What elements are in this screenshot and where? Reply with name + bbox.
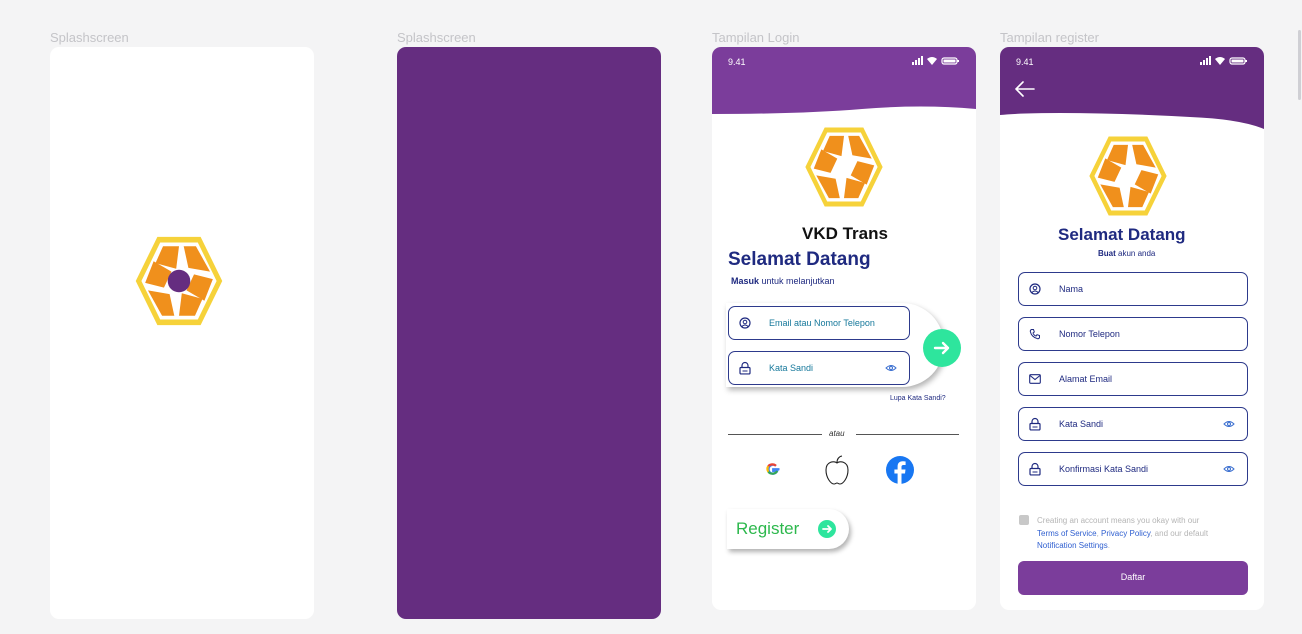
subtitle-bold: Masuk: [731, 276, 760, 286]
email-input[interactable]: Email atau Nomor Telepon: [728, 306, 910, 340]
login-arrow-button[interactable]: [923, 329, 961, 367]
splash-screen-white: [50, 47, 314, 619]
frame-label-login: Tampilan Login: [712, 30, 800, 45]
register-button[interactable]: Register: [727, 509, 849, 549]
confirm-password-input[interactable]: Konfirmasi Kata Sandi: [1018, 452, 1248, 486]
facebook-icon: [886, 456, 914, 484]
facebook-login-button[interactable]: [886, 456, 914, 484]
brand-name: VKD Trans: [802, 224, 888, 243]
email-input[interactable]: Alamat Email: [1018, 362, 1248, 396]
submit-label: Daftar: [1120, 572, 1146, 582]
arrow-right-icon: [933, 341, 950, 355]
splash-screen-purple: [397, 47, 661, 619]
phone-icon: [1029, 329, 1040, 340]
confirm-password-placeholder: Konfirmasi Kata Sandi: [1059, 464, 1149, 474]
frame-label-splash-2: Splashscreen: [397, 30, 476, 45]
eye-icon[interactable]: [1223, 420, 1235, 428]
register-label: Register: [736, 519, 800, 538]
status-icons: [912, 56, 959, 65]
phone-placeholder: Nomor Telepon: [1059, 329, 1120, 339]
subtitle-rest: akun anda: [1115, 249, 1156, 258]
password-placeholder: Kata Sandi: [769, 363, 814, 373]
name-placeholder: Nama: [1059, 284, 1084, 294]
user-icon: [1029, 283, 1041, 295]
welcome-subtitle: Buat akun anda: [1098, 249, 1155, 258]
arrow-right-icon: [822, 525, 832, 533]
back-arrow-icon[interactable]: [1014, 80, 1036, 98]
terms-text: Creating an account means you okay with …: [1037, 515, 1252, 553]
terms-line2-rest: , and our default: [1150, 528, 1209, 538]
notification-settings-link[interactable]: Notification Settings: [1037, 541, 1108, 550]
terms-checkbox[interactable]: [1019, 515, 1029, 525]
app-logo: [1089, 136, 1167, 216]
frame-label-register: Tampilan register: [1000, 30, 1099, 45]
lock-icon: [1029, 462, 1041, 476]
lock-icon: [1029, 417, 1041, 431]
register-arrow: [818, 520, 836, 538]
phone-input[interactable]: Nomor Telepon: [1018, 317, 1248, 351]
status-icons: [1200, 56, 1247, 65]
eye-icon[interactable]: [885, 364, 897, 372]
terms-end: .: [1107, 541, 1110, 550]
user-icon: [739, 317, 751, 329]
page-scrollbar[interactable]: [1298, 30, 1301, 100]
lock-icon: [739, 361, 751, 375]
divider-right: [856, 434, 959, 435]
app-logo: [805, 127, 883, 207]
apple-icon: [825, 455, 849, 485]
terms-of-service-link[interactable]: Terms of Service: [1037, 529, 1097, 538]
google-login-button[interactable]: [765, 461, 781, 477]
privacy-policy-link[interactable]: Privacy Policy: [1101, 529, 1150, 538]
subtitle-rest: untuk melanjutkan: [759, 276, 835, 286]
welcome-subtitle: Masuk untuk melanjutkan: [731, 276, 835, 286]
welcome-title: Selamat Datang: [728, 249, 871, 270]
password-input[interactable]: Kata Sandi: [1018, 407, 1248, 441]
password-placeholder: Kata Sandi: [1059, 419, 1104, 429]
status-time: 9.41: [728, 57, 746, 67]
terms-line1: Creating an account means you okay with …: [1037, 516, 1200, 525]
subtitle-bold: Buat: [1098, 249, 1116, 258]
email-placeholder: Email atau Nomor Telepon: [769, 318, 875, 328]
frame-label-splash-1: Splashscreen: [50, 30, 129, 45]
status-time: 9.41: [1016, 57, 1034, 67]
app-logo: [135, 236, 223, 326]
eye-icon[interactable]: [1223, 465, 1235, 473]
register-screen: 9.41 Selamat Datang Buat akun anda Nama: [1000, 47, 1264, 610]
welcome-title: Selamat Datang: [1058, 225, 1186, 244]
apple-login-button[interactable]: [821, 454, 853, 486]
login-screen: 9.41 VKD Trans Selamat Datang Masuk untu…: [712, 47, 976, 610]
forgot-password-link[interactable]: Lupa Kata Sandi?: [890, 395, 946, 402]
google-icon: [766, 463, 780, 475]
name-input[interactable]: Nama: [1018, 272, 1248, 306]
mail-icon: [1029, 374, 1041, 384]
divider-left: [728, 434, 822, 435]
email-placeholder: Alamat Email: [1059, 374, 1113, 384]
password-input[interactable]: Kata Sandi: [728, 351, 910, 385]
divider-text: atau: [829, 429, 845, 438]
submit-button[interactable]: Daftar: [1018, 561, 1248, 595]
